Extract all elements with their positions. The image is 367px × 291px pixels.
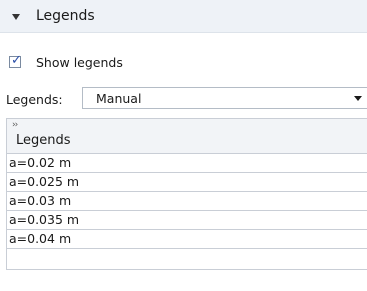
legends-panel: Legends ✓ Show legends Legends: Manual ›… xyxy=(0,0,367,291)
legends-select-value: Manual xyxy=(96,91,142,106)
legends-select[interactable]: Manual xyxy=(82,87,367,109)
table-row[interactable]: a=0.04 m xyxy=(7,230,367,249)
table-header[interactable]: ›› Legends xyxy=(7,119,367,154)
column-header-legends: Legends xyxy=(16,133,71,148)
table-row[interactable] xyxy=(7,249,367,269)
collapse-caret-icon[interactable] xyxy=(12,14,20,20)
section-header-legends[interactable]: Legends xyxy=(0,0,367,33)
dropdown-arrow-icon[interactable] xyxy=(354,96,362,101)
column-grip-icon[interactable]: ›› xyxy=(12,120,18,130)
table-row[interactable]: a=0.025 m xyxy=(7,173,367,192)
table-row[interactable]: a=0.03 m xyxy=(7,192,367,211)
show-legends-label: Show legends xyxy=(36,55,123,70)
legends-table: ›› Legends a=0.02 m a=0.025 m a=0.03 m a… xyxy=(6,118,367,270)
checkmark-icon: ✓ xyxy=(11,53,22,68)
table-row[interactable]: a=0.02 m xyxy=(7,154,367,173)
legends-select-label: Legends: xyxy=(6,92,63,107)
table-row[interactable]: a=0.035 m xyxy=(7,211,367,230)
section-title: Legends xyxy=(36,8,95,24)
show-legends-checkbox[interactable]: ✓ xyxy=(9,53,22,68)
